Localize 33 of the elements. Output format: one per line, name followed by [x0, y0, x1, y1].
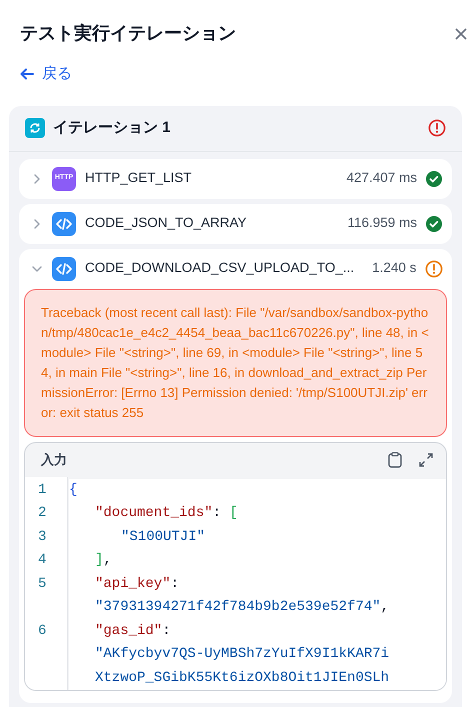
line-number: 6	[38, 622, 46, 638]
code-line: "document_ids": [	[94, 504, 238, 523]
line-number: 4	[38, 552, 46, 568]
code-line: "37931394271f42f784b9b2e539e52f74",	[94, 598, 390, 617]
line-number: 5	[38, 576, 46, 592]
step-name: CODE_DOWNLOAD_CSV_UPLOAD_TO_...	[85, 259, 354, 278]
input-label: 入力	[41, 450, 67, 469]
line-number: 2	[38, 505, 46, 521]
dialog-title: テスト実行イテレーション	[20, 22, 236, 45]
loop-icon	[25, 118, 45, 138]
close-icon[interactable]	[455, 28, 467, 40]
code-line: {	[69, 480, 78, 500]
step-name: HTTP_GET_LIST	[85, 169, 192, 188]
code-line: XtzwoP_SGibK55Kt6izOXb8Oit1JIEn0SLh	[94, 668, 390, 688]
line-number: 3	[38, 528, 46, 544]
back-link[interactable]: 戻る	[20, 63, 72, 86]
code-line: "api_key":	[94, 574, 180, 594]
iteration-title: イテレーション 1	[53, 118, 171, 138]
code-line: "gas_id":	[94, 622, 171, 640]
code-icon	[52, 256, 76, 280]
step-duration: 1.240 s	[372, 259, 416, 278]
code-line: "AKfycbyv7QS-UyMBSh7zYuIfX9I1kKAR7i	[94, 645, 390, 664]
code-icon	[52, 212, 76, 236]
code-line: "S100UTJI"	[120, 528, 206, 546]
step-duration: 116.959 ms	[347, 214, 417, 232]
clipboard-icon[interactable]	[388, 452, 402, 468]
step-name: CODE_JSON_TO_ARRAY	[85, 214, 247, 232]
step-duration: 427.407 ms	[346, 169, 417, 188]
expand-icon[interactable]	[418, 452, 434, 468]
error-message: Traceback (most recent call last): File "/var/sandbox/sandbox-python/tmp/480cac1e_e4c2_4454_beaa_bac11c670226.py", line 48, in <module> File "<string>", line 69, in <module> File "<string>", line 54, in main File "<string>", line 16, in download_and_extract_zip PermissionError: [Errno 13] Permission denied: '/tmp/S100UTJI.zip' error: exit status 255	[24, 288, 447, 436]
line-number: 1	[38, 482, 46, 498]
arrow-left-icon	[20, 68, 34, 80]
code-line: ],	[94, 551, 112, 570]
